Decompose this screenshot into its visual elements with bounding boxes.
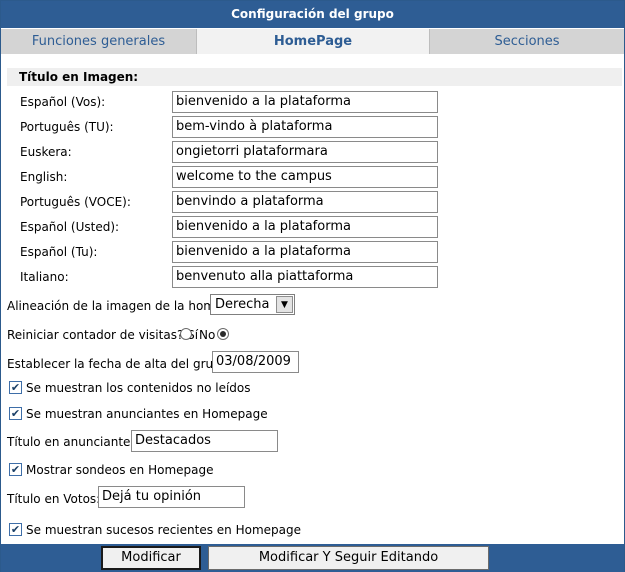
titulo-anunciantes-label: Título en anunciantes: (7, 435, 141, 449)
reiniciar-yes-radio[interactable] (180, 328, 192, 340)
image-title-input[interactable]: welcome to the campus (172, 166, 438, 188)
sondeos-label: Mostrar sondeos en Homepage (26, 463, 214, 477)
config-window: Configuración del grupo Funciones genera… (0, 0, 625, 572)
image-title-row-pt-tu: Português (TU): bem-vindo à plataforma (20, 116, 440, 138)
language-label: Español (Usted): (20, 220, 120, 234)
checkmark-icon[interactable]: ✔ (9, 381, 22, 394)
image-title-input[interactable]: benvindo a plataforma (172, 191, 438, 213)
reiniciar-no-label: No (199, 328, 216, 342)
image-title-input[interactable]: benvenuto alla piattaforma (172, 266, 438, 288)
image-title-input[interactable]: bienvenido a la plataforma (172, 241, 438, 263)
language-label: Euskera: (20, 145, 72, 159)
image-title-row-es-vos: Español (Vos): bienvenido a la plataform… (20, 91, 440, 113)
alineacion-selected-value: Derecha (215, 297, 270, 312)
modificar-seguir-button[interactable]: Modificar Y Seguir Editando (208, 546, 489, 570)
fecha-alta-label: Establecer la fecha de alta del grupo: (7, 357, 233, 371)
image-title-row-es-usted: Español (Usted): bienvenido a la platafo… (20, 216, 440, 238)
tab-funciones-generales[interactable]: Funciones generales (1, 29, 197, 54)
tab-bar: Funciones generales HomePage Secciones (1, 29, 624, 54)
language-label: Español (Tu): (20, 245, 98, 259)
image-title-input[interactable]: bienvenido a la plataforma (172, 91, 438, 113)
language-label: Italiano: (20, 270, 69, 284)
language-label: Português (VOCE): (20, 195, 131, 209)
no-leidos-label: Se muestran los contenidos no leídos (26, 381, 251, 395)
language-label: English: (20, 170, 68, 184)
titulo-votos-label: Título en Votos: (7, 492, 101, 506)
alineacion-label: Alineación de la imagen de la home (7, 299, 223, 313)
image-title-input[interactable]: bienvenido a la plataforma (172, 216, 438, 238)
language-label: Español (Vos): (20, 95, 106, 109)
image-title-input[interactable]: bem-vindo à plataforma (172, 116, 438, 138)
image-title-row-es-tu: Español (Tu): bienvenido a la plataforma (20, 241, 440, 263)
reiniciar-no-radio[interactable] (217, 328, 229, 340)
image-title-row-pt-voce: Português (VOCE): benvindo a plataforma (20, 191, 440, 213)
anunciantes-label: Se muestran anunciantes en Homepage (26, 407, 268, 421)
image-title-input[interactable]: ongietorri plataformara (172, 141, 438, 163)
titulo-votos-input[interactable]: Dejá tu opinión (98, 486, 245, 508)
tab-homepage[interactable]: HomePage (197, 29, 430, 54)
fecha-alta-input[interactable]: 03/08/2009 (212, 351, 299, 373)
reiniciar-label: Reiniciar contador de visitas? Sí (7, 328, 199, 342)
modificar-button[interactable]: Modificar (101, 546, 201, 570)
window-title: Configuración del grupo (1, 1, 624, 28)
chevron-down-icon[interactable]: ▼ (276, 296, 293, 313)
titulo-imagen-heading: Título en Imagen: (7, 68, 622, 86)
titulo-anunciantes-input[interactable]: Destacados (131, 430, 278, 452)
checkmark-icon[interactable]: ✔ (9, 407, 22, 420)
language-label: Português (TU): (20, 120, 114, 134)
image-title-row-en: English: welcome to the campus (20, 166, 440, 188)
alineacion-select[interactable]: Derecha ▼ (210, 294, 295, 315)
image-title-row-it: Italiano: benvenuto alla piattaforma (20, 266, 440, 288)
checkmark-icon[interactable]: ✔ (9, 523, 22, 536)
sucesos-label: Se muestran sucesos recientes en Homepag… (26, 523, 301, 537)
checkmark-icon[interactable]: ✔ (9, 463, 22, 476)
image-title-row-eu: Euskera: ongietorri plataformara (20, 141, 440, 163)
tab-secciones[interactable]: Secciones (430, 29, 624, 54)
